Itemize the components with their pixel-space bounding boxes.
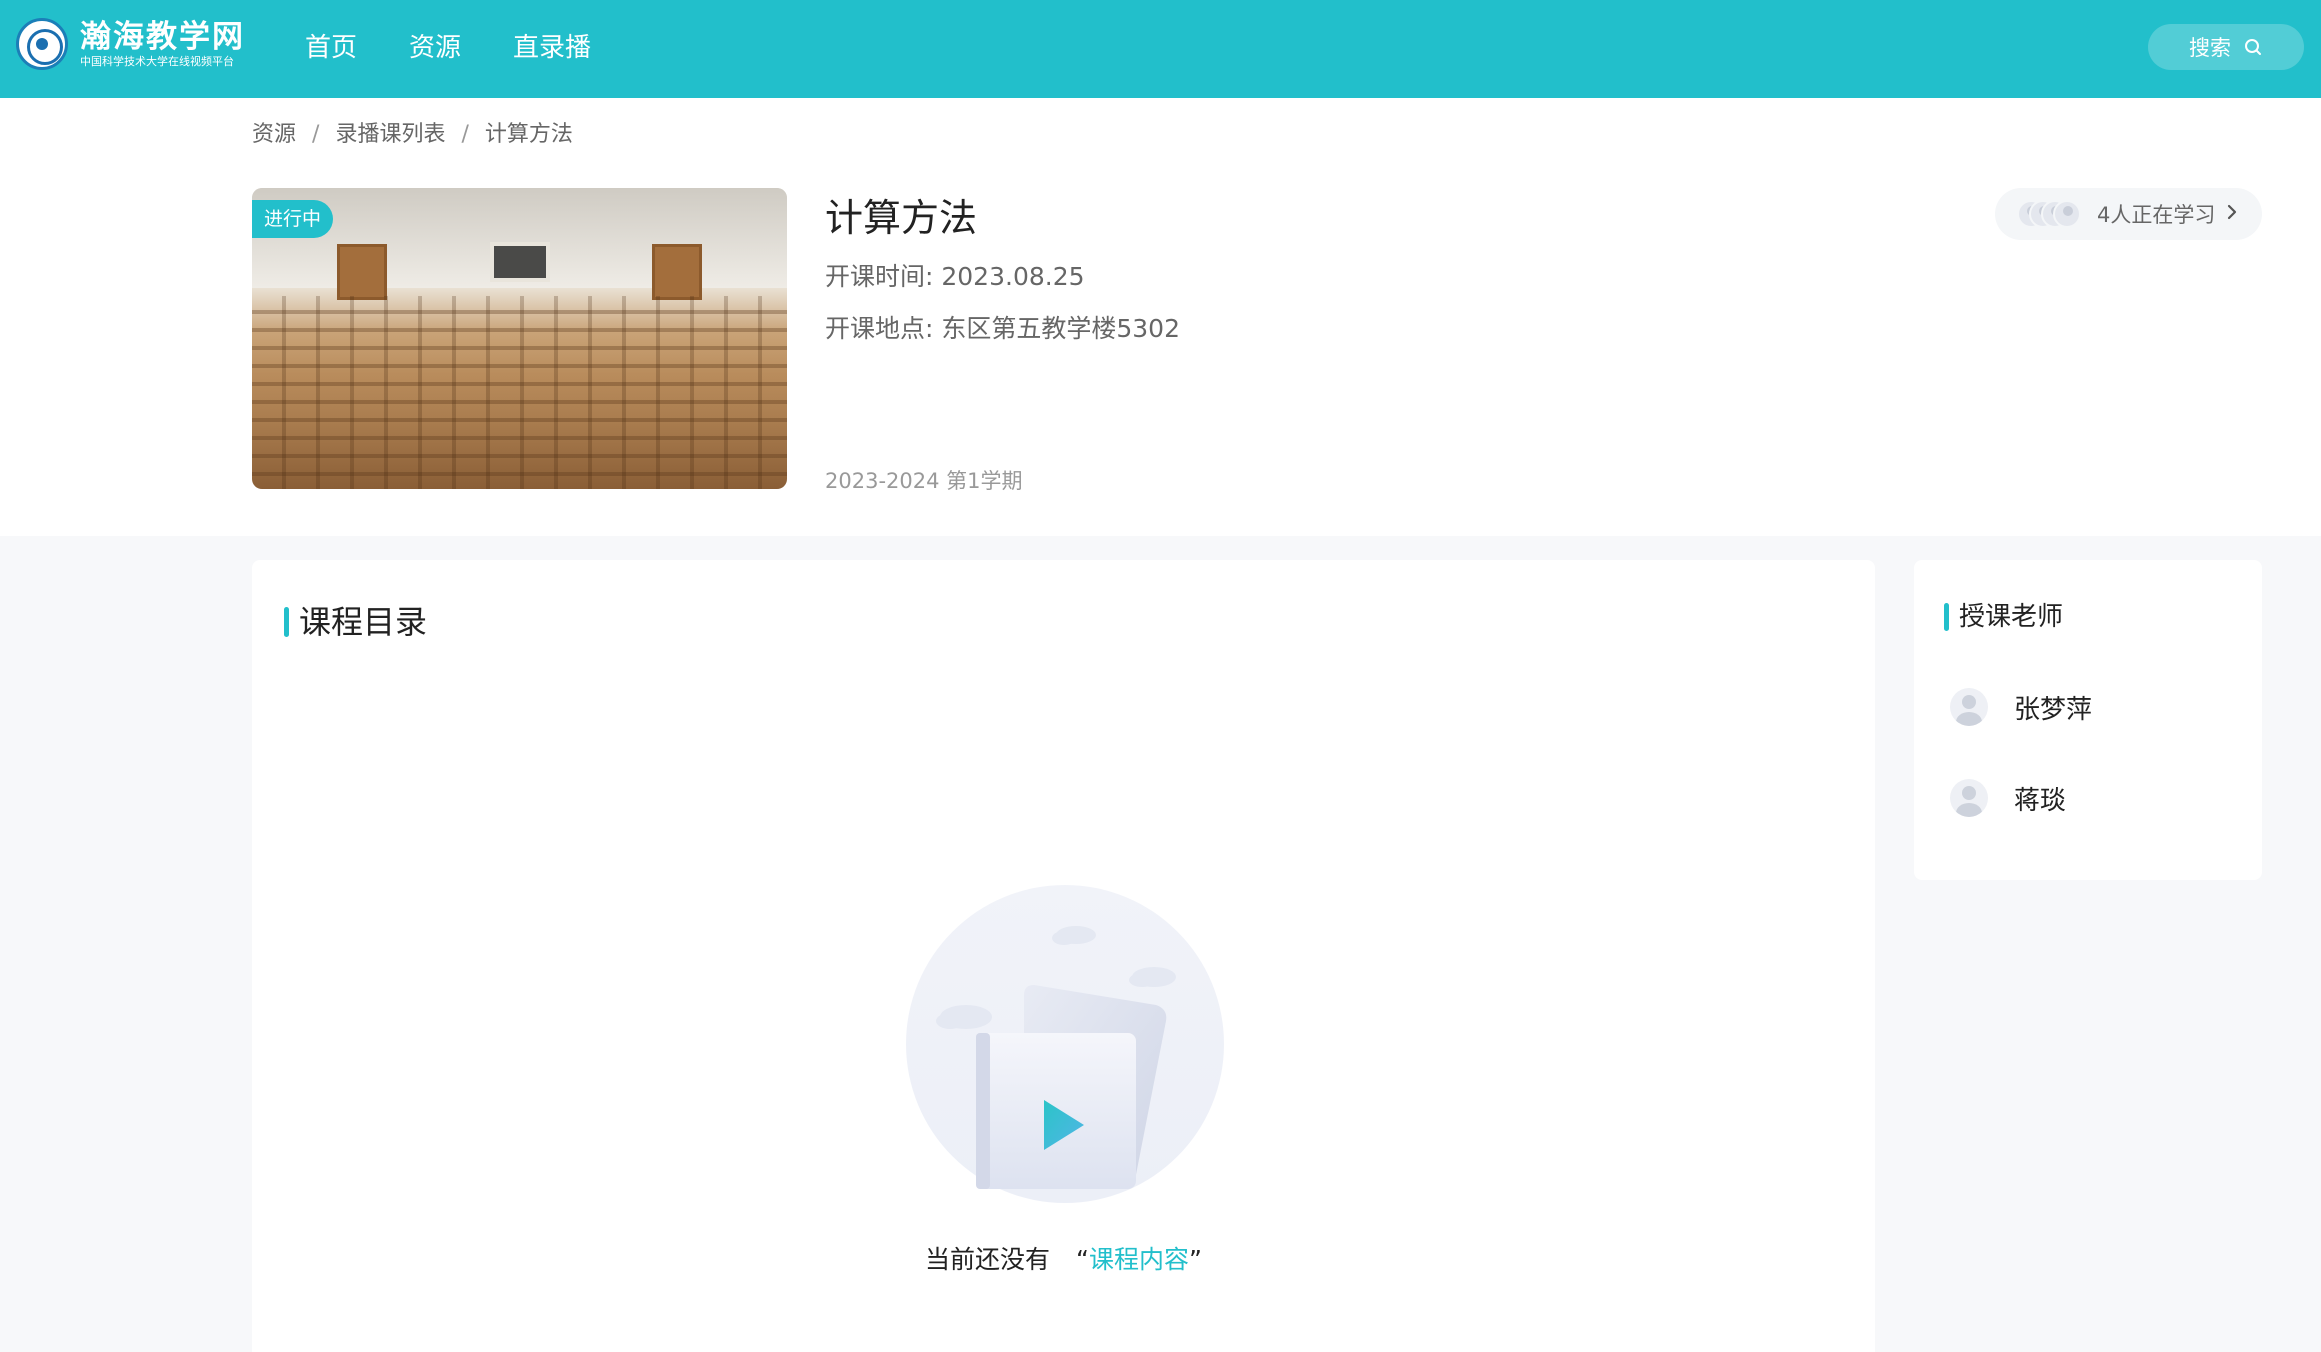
learners-count-text: 4人正在学习 (2097, 203, 2216, 227)
status-badge: 进行中 (252, 200, 334, 238)
empty-state-text: 当前还没有 “课程内容” (252, 1240, 1875, 1276)
site-logo[interactable]: 瀚海教学网 中国科学技术大学在线视频平台 (16, 18, 245, 70)
empty-folder-video-icon (936, 926, 1176, 1189)
teacher-name: 张梦萍 (2014, 694, 2093, 725)
teacher-item[interactable]: 张梦萍 (1950, 688, 2092, 726)
empty-course-content-link[interactable]: 课程内容 (1089, 1245, 1189, 1274)
cover-door-left (337, 244, 387, 300)
course-start-time: 开课时间: 2023.08.25 (825, 262, 1085, 291)
breadcrumb-separator: / (461, 122, 469, 147)
catalog-heading: 课程目录 (284, 602, 427, 642)
logo-text: 瀚海教学网 中国科学技术大学在线视频平台 (80, 19, 245, 69)
cover-door-right (652, 244, 702, 300)
course-location: 开课地点: 东区第五教学楼5302 (825, 314, 1180, 343)
cover-window (490, 242, 550, 282)
empty-state-illustration (906, 885, 1224, 1203)
learner-avatar-icon (2053, 200, 2081, 228)
catalog-title: 课程目录 (299, 603, 428, 641)
breadcrumb-separator: / (312, 122, 320, 147)
course-term: 2023-2024 第1学期 (825, 469, 1023, 493)
learners-count-button[interactable]: 4人正在学习 (1995, 188, 2262, 240)
teacher-item[interactable]: 蒋琰 (1950, 779, 2066, 817)
breadcrumb-recorded-list[interactable]: 录播课列表 (335, 118, 445, 152)
top-navigation-bar: 瀚海教学网 中国科学技术大学在线视频平台 首页 资源 直录播 搜索 (0, 0, 2321, 98)
breadcrumb-resources[interactable]: 资源 (252, 118, 296, 152)
search-label: 搜索 (2189, 36, 2231, 60)
empty-close-quote: ” (1188, 1245, 1202, 1274)
teachers-title: 授课老师 (1959, 602, 2064, 632)
teacher-name: 蒋琰 (2014, 785, 2067, 816)
search-icon (2243, 37, 2263, 57)
logo-title: 瀚海教学网 (80, 19, 245, 55)
chevron-right-icon (2225, 202, 2239, 226)
cover-seat-columns (252, 296, 787, 489)
breadcrumb: 资源 / 录播课列表 / 计算方法 (252, 118, 573, 152)
heading-accent-bar (1944, 603, 1949, 631)
user-avatar-icon (1950, 779, 1988, 817)
learner-avatars (2017, 200, 2081, 228)
teachers-panel: 授课老师 张梦萍 蒋琰 (1914, 560, 2262, 880)
nav-resources[interactable]: 资源 (409, 30, 461, 66)
breadcrumb-current: 计算方法 (484, 122, 573, 147)
nav-live-recorded[interactable]: 直录播 (513, 30, 591, 66)
university-emblem-icon (16, 18, 68, 70)
course-title: 计算方法 (825, 196, 978, 240)
main-nav: 首页 资源 直录播 (305, 30, 643, 66)
course-cover-image (252, 188, 787, 489)
teachers-heading: 授课老师 (1944, 600, 2063, 634)
nav-home[interactable]: 首页 (305, 30, 357, 66)
empty-prefix: 当前还没有 (925, 1245, 1051, 1274)
search-button[interactable]: 搜索 (2148, 24, 2304, 70)
user-avatar-icon (1950, 688, 1988, 726)
heading-accent-bar (284, 607, 289, 637)
empty-open-quote: “ (1076, 1245, 1089, 1274)
course-catalog-panel: 课程目录 当前还没有 “课程内容” (252, 560, 1875, 1352)
logo-subtitle: 中国科学技术大学在线视频平台 (80, 55, 234, 68)
